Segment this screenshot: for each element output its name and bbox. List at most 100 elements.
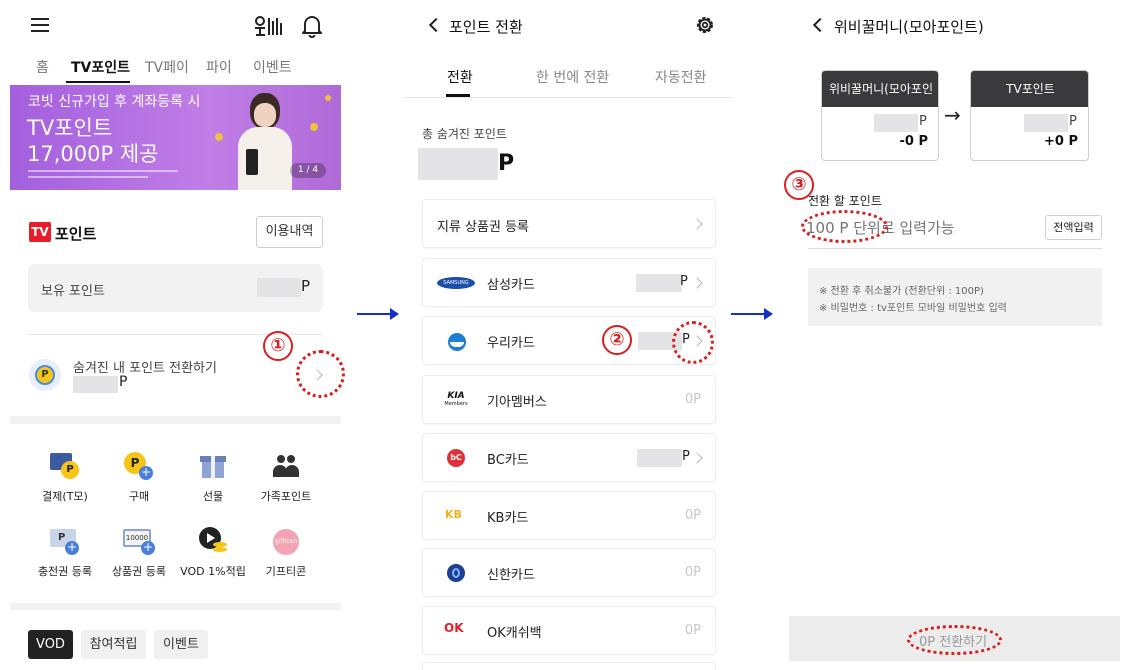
- banner-fineprint: [28, 176, 148, 178]
- kb-logo-icon: KB: [445, 508, 462, 521]
- kia-logo-text: KIA: [447, 391, 465, 401]
- back-arrow-icon[interactable]: [812, 17, 828, 33]
- grid-label-family[interactable]: 가족포인트: [244, 488, 328, 504]
- nav-tab-active-underline: [66, 81, 130, 83]
- card-value-mask-bc: [637, 449, 682, 467]
- voucher-register-row[interactable]: 지류 상품권 등록: [422, 199, 716, 248]
- notice-line-1: ※ 전환 후 취소불가 (전환단위 : 100P): [819, 286, 984, 297]
- family-icon[interactable]: [271, 453, 301, 479]
- card-row-bc[interactable]: bC BC카드 P: [422, 433, 716, 482]
- total-hidden-unit: P: [498, 151, 515, 176]
- gifticon-logo-text: gifticon: [274, 538, 298, 545]
- card-row-kb[interactable]: KB KB카드 0P: [422, 491, 716, 540]
- banner-line1: 코빗 신규가입 후 계좌등록 시: [28, 94, 201, 110]
- tv-pay-icon[interactable]: P: [49, 451, 81, 481]
- card-row-kia[interactable]: KIA Members 기아멤버스 0P: [422, 375, 716, 424]
- to-point-value-mask: [1024, 114, 1068, 132]
- card-chevron-icon: [691, 452, 703, 464]
- from-point-title: 위비꿀머니(모아포인: [822, 71, 938, 107]
- nav-tab-event[interactable]: 이벤트: [253, 57, 292, 77]
- nav-tab-pie[interactable]: 파이: [206, 57, 232, 77]
- bc-logo-text: bC: [450, 453, 462, 462]
- card-name-kia: 기아멤버스: [487, 395, 547, 410]
- to-point-title: TV포인트: [971, 71, 1088, 107]
- card-chevron-icon: [691, 277, 703, 289]
- hidden-points-title[interactable]: 숨겨진 내 포인트 전환하기: [73, 357, 217, 376]
- tab-convert-all[interactable]: 한 번에 전환: [536, 67, 609, 87]
- hidden-points-value-mask: [73, 376, 118, 393]
- tabs-divider: [403, 97, 734, 98]
- shinhan-logo-icon: [447, 564, 465, 582]
- nav-tab-tvpay[interactable]: TV페이: [145, 57, 189, 77]
- card-value-okcashbag: 0P: [684, 623, 701, 638]
- hidden-points-icon: P: [29, 359, 61, 391]
- bell-icon[interactable]: [302, 14, 322, 38]
- tab-auto-convert[interactable]: 자동전환: [655, 67, 707, 87]
- grid-label-gift[interactable]: 선물: [171, 488, 255, 504]
- back-arrow-icon[interactable]: [428, 17, 444, 33]
- input-underline: [808, 248, 1102, 249]
- card-value-kia: 0P: [684, 392, 701, 407]
- coin-decoration-icon: [310, 123, 318, 131]
- bottom-tab-vod[interactable]: VOD: [28, 630, 73, 659]
- card-name-bc: BC카드: [487, 453, 529, 468]
- grid-label-buy[interactable]: 구매: [97, 488, 181, 504]
- samsung-logo-text: SAMSUNG: [443, 280, 469, 286]
- annotation-circle-2: [672, 321, 714, 364]
- step-marker-2: ②: [602, 325, 632, 355]
- tab-convert[interactable]: 전환: [447, 67, 473, 87]
- step-marker-1: ①: [263, 331, 293, 361]
- vod-coin-icon[interactable]: [198, 526, 230, 556]
- input-label: 전환 할 포인트: [808, 194, 882, 208]
- grid-label-gifticon[interactable]: 기프티콘: [244, 563, 328, 579]
- card-value-mask-samsung: [636, 274, 682, 292]
- charge-voucher-icon[interactable]: P +: [49, 527, 81, 555]
- gift-icon[interactable]: [199, 451, 227, 479]
- remote-logo-icon[interactable]: [253, 15, 283, 37]
- card-row-okcashbag[interactable]: OK OK캐쉬백 0P: [422, 606, 716, 655]
- card-name-woori: 우리카드: [487, 336, 535, 351]
- to-point-delta: +0 P: [1044, 134, 1078, 149]
- banner-pager: 1 / 4: [290, 163, 326, 178]
- section-divider: [10, 416, 341, 424]
- grid-label-voucher[interactable]: 상품권 등록: [97, 563, 181, 579]
- banner-fineprint: [28, 170, 178, 172]
- page-title: 위비꿀머니(모아포인트): [834, 18, 984, 36]
- nav-tab-tvpoint[interactable]: TV포인트: [71, 57, 130, 77]
- card-name-kb: KB카드: [487, 511, 529, 526]
- holding-points-unit: P: [301, 277, 311, 295]
- card-value-samsung: P: [680, 274, 688, 289]
- annotation-circle-1: [296, 350, 345, 398]
- voucher-chevron-icon: [691, 218, 703, 230]
- woori-logo-icon: [448, 333, 466, 351]
- card-row-samsung[interactable]: SAMSUNG 삼성카드 P: [422, 258, 716, 307]
- gear-icon[interactable]: [694, 14, 716, 36]
- grid-label-vod[interactable]: VOD 1%적립: [171, 563, 255, 579]
- card-name-okcashbag: OK캐쉬백: [487, 626, 542, 641]
- holding-points-box: 보유 포인트 P: [28, 264, 323, 312]
- bottom-tab-event[interactable]: 이벤트: [154, 630, 208, 659]
- bc-logo-icon: bC: [447, 449, 465, 467]
- card-row-shinhan[interactable]: 신한카드 0P: [422, 548, 716, 597]
- gifticon-icon[interactable]: gifticon: [273, 529, 299, 555]
- grid-label-charge[interactable]: 충전권 등록: [23, 563, 107, 579]
- hidden-points-unit: P: [119, 374, 128, 390]
- coin-decoration-icon: [215, 133, 223, 141]
- grid-label-pay[interactable]: 결제(T모): [23, 488, 107, 504]
- nav-tab-home[interactable]: 홈: [36, 57, 49, 77]
- holding-points-label: 보유 포인트: [41, 284, 105, 299]
- menu-icon[interactable]: [31, 17, 49, 33]
- gift-voucher-icon[interactable]: 10000 +: [122, 527, 156, 555]
- annotation-circle-3: [801, 210, 888, 243]
- holding-points-value-mask: [257, 278, 301, 297]
- point-buy-icon[interactable]: P +: [123, 450, 155, 482]
- kia-logo-icon: KIA Members: [441, 391, 471, 409]
- bottom-tab-participate[interactable]: 참여적립: [81, 630, 146, 659]
- section-divider: [10, 603, 341, 610]
- history-button[interactable]: 이용내역: [256, 216, 323, 248]
- tvpoint-logo-text: 포인트: [55, 225, 97, 243]
- card-value-bc: P: [682, 449, 690, 464]
- all-amount-button[interactable]: 전액입력: [1045, 215, 1102, 240]
- promo-banner[interactable]: 코빗 신규가입 후 계좌등록 시 TV포인트 17,000P 제공 1 / 4: [10, 85, 341, 190]
- total-hidden-value-mask: [418, 148, 498, 180]
